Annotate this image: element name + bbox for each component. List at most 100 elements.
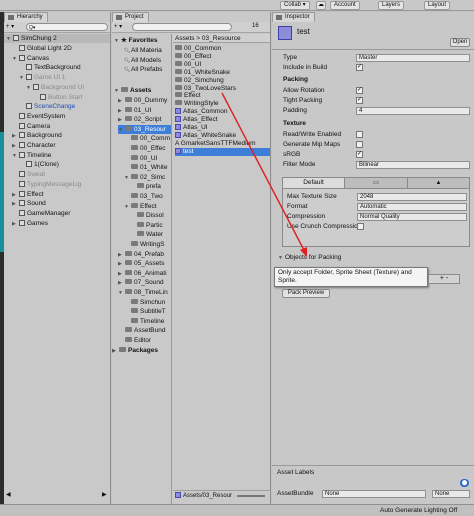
expand-arrow-icon[interactable]: ▶: [12, 142, 19, 151]
folder-tree-item[interactable]: ▶ 06_Animati: [118, 269, 171, 278]
folder-tree-item[interactable]: ▶ 04_Prefab: [118, 250, 171, 259]
tab-default[interactable]: Default: [283, 178, 345, 188]
folder-tree-item[interactable]: ▼ 02_Simc: [124, 173, 171, 182]
add-remove-buttons[interactable]: + -: [428, 274, 460, 284]
assetbundle-dropdown[interactable]: None: [322, 490, 426, 498]
hierarchy-item[interactable]: ▶ Character: [12, 141, 56, 150]
layers-dropdown[interactable]: Layers: [378, 1, 405, 10]
max-size-dropdown[interactable]: 2048: [357, 193, 467, 201]
expand-arrow-icon[interactable]: ▶: [12, 220, 19, 229]
file-list-item[interactable]: Effect: [175, 92, 270, 100]
expand-arrow-icon[interactable]: ▼: [19, 74, 26, 83]
hierarchy-item[interactable]: GameManager: [12, 209, 70, 218]
favorite-item[interactable]: 🔍︎All Materia: [124, 46, 162, 55]
folder-tree-item[interactable]: ▶ 05_Assets: [118, 259, 171, 268]
filter-mode-dropdown[interactable]: Bilinear: [356, 161, 470, 169]
hierarchy-item[interactable]: 1(Clone): [19, 160, 59, 169]
folder-tree-item[interactable]: Dissol: [130, 211, 171, 220]
folder-tree-item[interactable]: Simchun: [124, 298, 171, 307]
file-list-item[interactable]: 00_Effect: [175, 52, 270, 61]
expand-arrow-icon[interactable]: ▶: [112, 347, 119, 356]
hierarchy-item[interactable]: Sweat: [12, 170, 45, 179]
project-breadcrumb[interactable]: Assets > 03_Resource: [173, 34, 270, 43]
favorite-item[interactable]: 🔍︎All Prefabs: [124, 65, 162, 74]
file-list-item[interactable]: Atlas_Effect: [175, 116, 270, 124]
hierarchy-item[interactable]: Camera: [12, 122, 50, 131]
hierarchy-search-input[interactable]: Q▾: [26, 23, 108, 31]
label-icon[interactable]: ⬤: [460, 479, 469, 487]
collab-button[interactable]: Collab ▾: [280, 1, 310, 10]
folder-tree-item[interactable]: 00_Effec: [124, 144, 171, 153]
folder-tree-item[interactable]: ▼ Effect: [124, 202, 171, 211]
hierarchy-scroll-left[interactable]: ◀: [6, 491, 11, 498]
folder-tree-item[interactable]: SubtitleT: [124, 307, 171, 316]
file-list-item[interactable]: 01_WhiteSnake: [175, 68, 270, 77]
objects-for-packing-header[interactable]: ▼ Objects for Packing: [278, 254, 341, 261]
folder-tree-item[interactable]: WritingS: [124, 240, 171, 249]
hierarchy-item[interactable]: ▶ Games: [12, 219, 48, 228]
assetbundle-variant-dropdown[interactable]: None: [432, 490, 470, 498]
hierarchy-item[interactable]: ▼ Background UI: [26, 83, 84, 92]
expand-arrow-icon[interactable]: ▼: [26, 84, 33, 93]
hierarchy-item[interactable]: ▶ Background: [12, 131, 62, 140]
tab-android[interactable]: ▲: [408, 178, 469, 188]
file-list-item[interactable]: Atlas_Common: [175, 108, 270, 116]
folder-tree-item[interactable]: AssetBund: [118, 326, 171, 335]
pack-preview-button[interactable]: Pack Preview: [282, 289, 330, 298]
type-dropdown[interactable]: Master: [356, 54, 470, 62]
scene-header[interactable]: ▼ SimChung 2: [4, 34, 110, 43]
file-list-item[interactable]: test: [175, 147, 270, 156]
folder-tree-item[interactable]: ▶ 02_Script: [118, 115, 171, 124]
hierarchy-item[interactable]: ▶ Effect: [12, 190, 44, 199]
folder-tree-item[interactable]: 00_UI: [124, 154, 171, 163]
favorite-item[interactable]: 🔍︎All Models: [124, 56, 161, 65]
hierarchy-item[interactable]: SceneChange: [19, 102, 75, 111]
folder-tree-item[interactable]: ▶ 00_Dummy: [118, 96, 171, 105]
hierarchy-tab[interactable]: Hierarchy: [4, 12, 48, 22]
folder-tree-item[interactable]: Editor: [118, 336, 171, 345]
folder-tree-item[interactable]: ▶ 07_Sound: [118, 278, 171, 287]
project-create-button[interactable]: + ▾: [114, 23, 122, 30]
hierarchy-item[interactable]: TypingMessageLig: [12, 180, 81, 189]
inspector-tab[interactable]: Inspector: [272, 12, 315, 22]
file-list-item[interactable]: 00_Common: [175, 45, 270, 53]
layout-dropdown[interactable]: Layout: [424, 1, 451, 10]
crunch-checkbox[interactable]: [357, 223, 364, 230]
zoom-slider[interactable]: [237, 495, 265, 497]
expand-arrow-icon[interactable]: ▶: [12, 191, 19, 200]
compression-dropdown[interactable]: Normal Quality: [357, 213, 467, 221]
include-in-build-checkbox[interactable]: ✓: [356, 64, 363, 71]
folder-tree-item[interactable]: ▼ 03_Resour: [118, 124, 171, 134]
hierarchy-item[interactable]: Global Light 2D: [12, 44, 72, 53]
tab-standalone[interactable]: ▭: [345, 178, 408, 188]
hierarchy-item[interactable]: Button Start: [33, 93, 82, 102]
assets-root[interactable]: ▼ Assets: [114, 86, 151, 95]
hierarchy-item[interactable]: TextBackground: [19, 63, 81, 72]
folder-tree-item[interactable]: Water: [130, 230, 171, 239]
project-search-input[interactable]: [132, 23, 232, 31]
srgb-checkbox[interactable]: ✓: [356, 151, 363, 158]
file-list-item[interactable]: 03_TwoLoveStars: [175, 84, 270, 93]
tight-packing-checkbox[interactable]: ✓: [356, 97, 363, 104]
folder-tree-item[interactable]: ▶ Packages: [112, 346, 171, 355]
account-dropdown[interactable]: Account: [330, 1, 360, 10]
open-button[interactable]: Open: [450, 38, 470, 47]
file-list-item[interactable]: Atlas_WhiteSnake: [175, 131, 270, 140]
hierarchy-item[interactable]: ▼ Canvas: [12, 54, 49, 63]
padding-dropdown[interactable]: 4: [356, 107, 470, 115]
expand-arrow-icon[interactable]: ▼: [12, 55, 19, 64]
folder-tree-item[interactable]: Timeline: [124, 317, 171, 326]
expand-arrow-icon[interactable]: ▼: [12, 152, 19, 161]
hierarchy-item[interactable]: EventSystem: [12, 112, 65, 121]
hierarchy-item[interactable]: ▼ Timeline: [12, 151, 51, 160]
hierarchy-item[interactable]: ▶ Sound: [12, 199, 46, 208]
file-list-item[interactable]: WritingStyle: [175, 100, 270, 108]
expand-arrow-icon[interactable]: ▶: [12, 200, 19, 209]
file-list-item[interactable]: 02_Simchung: [175, 76, 270, 85]
folder-tree-item[interactable]: 00_Comm: [124, 134, 171, 143]
hierarchy-item[interactable]: ▼ Game UI 1: [19, 73, 65, 82]
folder-tree-item[interactable]: ▼ 08_TimeLin: [118, 288, 171, 297]
format-dropdown[interactable]: Automatic: [357, 203, 467, 211]
allow-rotation-checkbox[interactable]: ✓: [356, 87, 363, 94]
folder-tree-item[interactable]: ▶ 01_UI: [118, 106, 171, 115]
